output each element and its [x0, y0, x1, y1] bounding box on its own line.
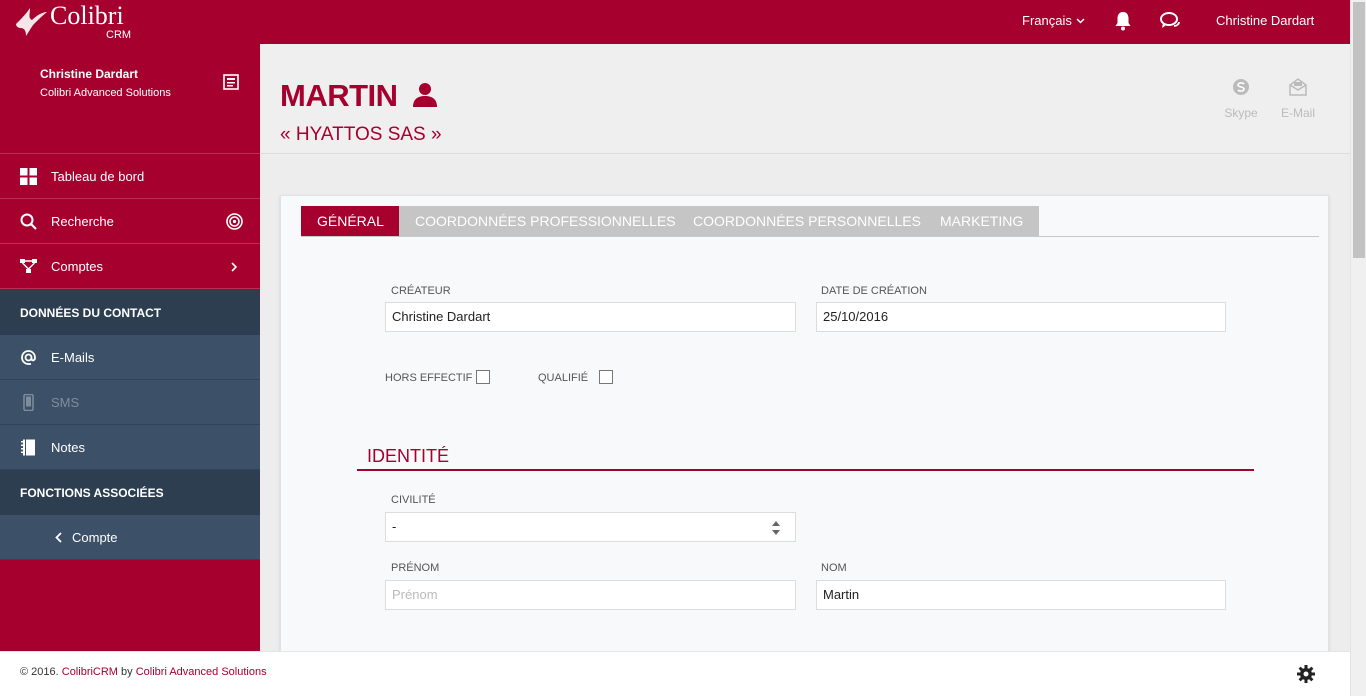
- app-logo[interactable]: Colibri CRM: [12, 2, 142, 42]
- skype-label: Skype: [1224, 106, 1258, 120]
- mobile-icon: [23, 394, 34, 411]
- civility-value: -: [392, 519, 397, 534]
- page-scrollbar[interactable]: [1350, 0, 1366, 696]
- brand-name: Colibri: [50, 1, 124, 30]
- chevron-down-icon: [1076, 17, 1085, 24]
- hors-effectif-label: HORS EFFECTIF: [385, 372, 473, 384]
- last-name-field[interactable]: Martin: [816, 580, 1226, 610]
- top-bar: Colibri CRM Français Christine Dardart: [0, 0, 1350, 44]
- page-header: MARTIN « HYATTOS SAS » Skype E-Mail: [260, 44, 1350, 154]
- sidebar-item-sms[interactable]: SMS: [0, 380, 260, 425]
- hors-effectif-checkbox[interactable]: [476, 370, 490, 384]
- scrollbar-thumb[interactable]: [1353, 2, 1365, 258]
- creator-label: CRÉATEUR: [391, 285, 451, 297]
- section-associated-functions: FONCTIONS ASSOCIÉES: [0, 470, 260, 515]
- contact-form-card: GÉNÉRAL COORDONNÉES PROFESSIONNELLES COO…: [280, 195, 1329, 665]
- gear-icon[interactable]: [1297, 665, 1315, 683]
- civility-select[interactable]: -: [385, 512, 796, 542]
- sidebar-item-label: E-Mails: [51, 349, 95, 365]
- sidebar-item-label: Tableau de bord: [51, 168, 145, 184]
- creation-date-label: DATE DE CRÉATION: [821, 285, 927, 297]
- profile-name: Christine Dardart: [40, 67, 139, 81]
- qualifie-checkbox[interactable]: [599, 370, 613, 384]
- page-subtitle: « HYATTOS SAS »: [280, 124, 442, 145]
- sidebar-item-label: Notes: [51, 439, 85, 455]
- bell-icon[interactable]: [1114, 11, 1132, 31]
- company-link[interactable]: Colibri Advanced Solutions: [136, 666, 267, 678]
- at-icon: [21, 350, 36, 365]
- sidebar-profile: Christine Dardart Colibri Advanced Solut…: [0, 44, 260, 154]
- network-icon: [20, 259, 37, 273]
- copyright-by: by: [117, 666, 136, 678]
- copyright-prefix: © 2016.: [20, 666, 62, 678]
- section-label: FONCTIONS ASSOCIÉES: [20, 485, 164, 500]
- select-arrows-icon: [772, 521, 780, 535]
- creator-field[interactable]: Christine Dardart: [385, 302, 796, 332]
- email-button[interactable]: E-Mail: [1273, 78, 1323, 120]
- section-divider: [357, 469, 1254, 471]
- first-name-field[interactable]: Prénom: [385, 580, 796, 610]
- sidebar-item-label: Compte: [72, 529, 118, 545]
- product-link[interactable]: ColibriCRM: [62, 666, 118, 678]
- skype-button[interactable]: Skype: [1216, 78, 1266, 120]
- contact-card-icon[interactable]: [223, 74, 239, 90]
- target-icon[interactable]: [226, 213, 243, 230]
- sidebar-item-dashboard[interactable]: Tableau de bord: [0, 154, 260, 199]
- page-title: MARTIN: [280, 78, 398, 113]
- sidebar-item-emails[interactable]: E-Mails: [0, 335, 260, 380]
- footer: © 2016. ColibriCRM by Colibri Advanced S…: [0, 651, 1350, 696]
- skype-icon: [1233, 79, 1249, 95]
- profile-company: Colibri Advanced Solutions: [40, 87, 171, 99]
- section-label: DONNÉES DU CONTACT: [20, 305, 162, 320]
- civility-label: CIVILITÉ: [391, 494, 436, 506]
- tab-marketing[interactable]: MARKETING: [924, 206, 1040, 236]
- qualifie-label: QUALIFIÉ: [538, 372, 589, 384]
- envelope-icon: [1289, 78, 1307, 96]
- tab-general[interactable]: GÉNÉRAL: [301, 206, 400, 236]
- sidebar-item-label: SMS: [51, 394, 80, 410]
- user-icon: [413, 83, 437, 107]
- notebook-icon: [21, 439, 35, 456]
- chevron-left-icon: [55, 532, 62, 543]
- sidebar-item-notes[interactable]: Notes: [0, 425, 260, 470]
- creation-date-field[interactable]: 25/10/2016: [816, 302, 1226, 332]
- tab-professional-details[interactable]: COORDONNÉES PROFESSIONNELLES: [399, 206, 692, 236]
- sidebar-item-label: Comptes: [51, 258, 104, 274]
- sidebar: Christine Dardart Colibri Advanced Solut…: [0, 44, 260, 651]
- first-name-label: PRÉNOM: [391, 562, 440, 574]
- chevron-right-icon: [231, 262, 238, 272]
- search-icon: [20, 213, 37, 230]
- sidebar-item-account[interactable]: Compte: [0, 515, 260, 560]
- last-name-label: NOM: [821, 562, 847, 574]
- sidebar-item-accounts[interactable]: Comptes: [0, 244, 260, 289]
- language-selector[interactable]: Français: [1022, 13, 1085, 28]
- language-label: Français: [1022, 13, 1072, 28]
- chat-icon[interactable]: [1160, 11, 1180, 31]
- user-menu[interactable]: Christine Dardart: [1216, 13, 1314, 28]
- section-contact-data: DONNÉES DU CONTACT: [0, 290, 260, 335]
- copyright-text: © 2016. ColibriCRM by Colibri Advanced S…: [20, 666, 267, 678]
- tab-bar: GÉNÉRAL COORDONNÉES PROFESSIONNELLES COO…: [301, 206, 1319, 237]
- hummingbird-icon: [16, 8, 47, 36]
- brand-subtitle: CRM: [106, 29, 132, 41]
- sidebar-item-label: Recherche: [51, 213, 114, 229]
- email-label: E-Mail: [1280, 106, 1315, 120]
- grid-icon: [20, 168, 37, 185]
- tab-personal-details[interactable]: COORDONNÉES PERSONNELLES: [677, 206, 937, 236]
- identity-section-title: IDENTITÉ: [367, 446, 450, 466]
- sidebar-item-search[interactable]: Recherche: [0, 199, 260, 244]
